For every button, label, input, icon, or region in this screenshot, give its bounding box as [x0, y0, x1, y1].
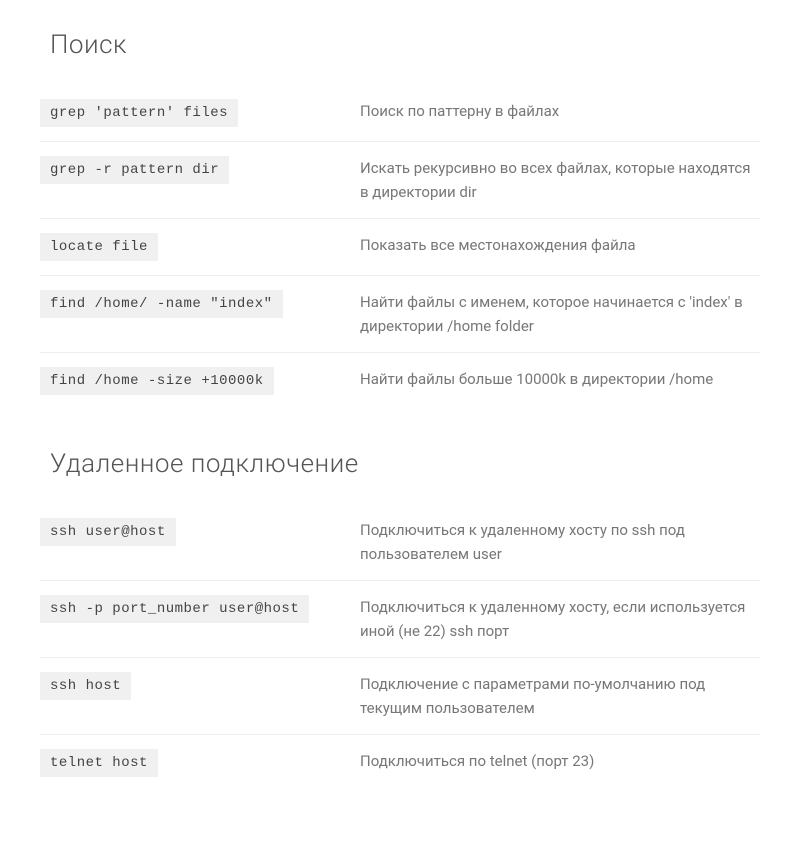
command-code: ssh user@host — [40, 518, 176, 546]
section-remote: Удаленное подключение ssh user@host Подк… — [40, 449, 760, 791]
table-row: grep -r pattern dir Искать рекурсивно во… — [40, 142, 760, 219]
desc-cell: Искать рекурсивно во всех файлах, которы… — [350, 156, 760, 204]
command-description: Найти файлы с именем, которое начинается… — [360, 293, 743, 335]
command-description: Подключиться по telnet (порт 23) — [360, 752, 594, 770]
desc-cell: Найти файлы больше 10000k в директории /… — [350, 367, 760, 391]
table-row: ssh user@host Подключиться к удаленному … — [40, 504, 760, 581]
section-title-remote: Удаленное подключение — [40, 449, 760, 479]
table-row: find /home/ -name "index" Найти файлы с … — [40, 276, 760, 353]
command-code: ssh -p port_number user@host — [40, 595, 309, 623]
section-search: Поиск grep 'pattern' files Поиск по патт… — [40, 30, 760, 409]
cmd-cell: ssh user@host — [40, 518, 350, 546]
command-description: Подключение с параметрами по-умолчанию п… — [360, 675, 705, 717]
cmd-cell: ssh -p port_number user@host — [40, 595, 350, 623]
desc-cell: Подключиться по telnet (порт 23) — [350, 749, 760, 773]
desc-cell: Поиск по паттерну в файлах — [350, 99, 760, 123]
cmd-cell: find /home -size +10000k — [40, 367, 350, 395]
table-row: grep 'pattern' files Поиск по паттерну в… — [40, 85, 760, 142]
table-row: ssh host Подключение с параметрами по-ум… — [40, 658, 760, 735]
command-code: find /home/ -name "index" — [40, 290, 283, 318]
desc-cell: Подключение с параметрами по-умолчанию п… — [350, 672, 760, 720]
command-code: find /home -size +10000k — [40, 367, 274, 395]
command-description: Показать все местонахождения файла — [360, 236, 636, 254]
command-description: Подключиться к удаленному хосту, если ис… — [360, 598, 745, 640]
table-row: locate file Показать все местонахождения… — [40, 219, 760, 276]
command-code: locate file — [40, 233, 158, 261]
desc-cell: Показать все местонахождения файла — [350, 233, 760, 257]
command-code: grep -r pattern dir — [40, 156, 229, 184]
cmd-cell: telnet host — [40, 749, 350, 777]
desc-cell: Подключиться к удаленному хосту, если ис… — [350, 595, 760, 643]
table-row: telnet host Подключиться по telnet (порт… — [40, 735, 760, 791]
desc-cell: Найти файлы с именем, которое начинается… — [350, 290, 760, 338]
cmd-cell: grep 'pattern' files — [40, 99, 350, 127]
command-code: ssh host — [40, 672, 131, 700]
command-code: telnet host — [40, 749, 158, 777]
command-description: Поиск по паттерну в файлах — [360, 102, 559, 120]
cmd-cell: grep -r pattern dir — [40, 156, 350, 184]
table-row: ssh -p port_number user@host Подключитьс… — [40, 581, 760, 658]
cmd-cell: ssh host — [40, 672, 350, 700]
command-description: Подключиться к удаленному хосту по ssh п… — [360, 521, 685, 563]
command-description: Найти файлы больше 10000k в директории /… — [360, 370, 713, 388]
section-title-search: Поиск — [40, 30, 760, 60]
desc-cell: Подключиться к удаленному хосту по ssh п… — [350, 518, 760, 566]
cmd-cell: locate file — [40, 233, 350, 261]
cmd-cell: find /home/ -name "index" — [40, 290, 350, 318]
command-code: grep 'pattern' files — [40, 99, 238, 127]
table-row: find /home -size +10000k Найти файлы бол… — [40, 353, 760, 409]
command-description: Искать рекурсивно во всех файлах, которы… — [360, 159, 751, 201]
